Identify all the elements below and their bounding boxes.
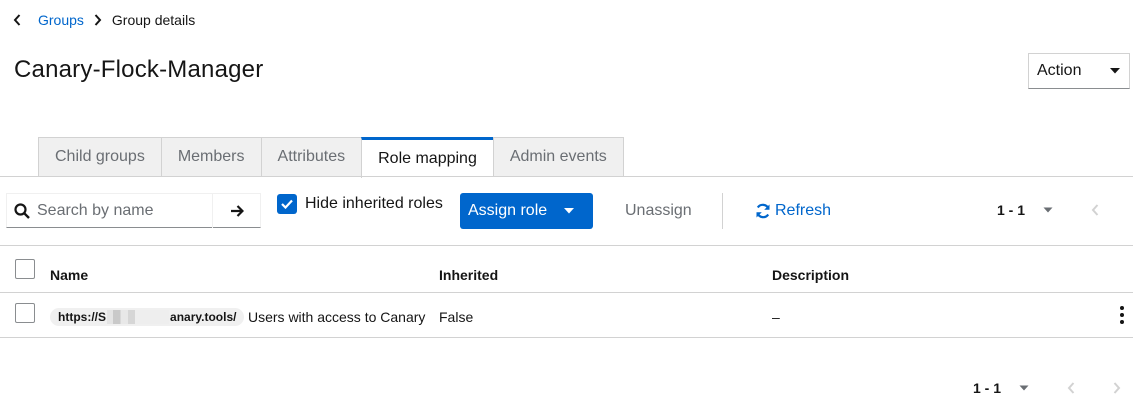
breadcrumb-link-groups[interactable]: Groups [38,12,84,28]
refresh-label: Refresh [775,202,832,219]
refresh-icon [756,203,770,219]
action-dropdown[interactable]: Action [1028,53,1130,89]
search-icon [7,202,37,219]
tab-admin-events[interactable]: Admin events [492,137,624,177]
client-badge-partial: S [98,310,107,324]
client-badge: https:// S anary.tools/ [50,308,245,326]
client-badge-prefix: https:// [58,310,98,324]
unassign-button[interactable]: Unassign [625,202,692,220]
column-header-inherited[interactable]: Inherited [439,267,498,283]
toolbar: Hide inherited roles Assign role Unassig… [0,193,1133,229]
description-value: – [772,309,780,325]
tab-child-groups[interactable]: Child groups [38,137,161,177]
client-badge-suffix: anary.tools/ [170,310,237,324]
chevron-left-icon[interactable] [10,14,24,26]
pagination-range: 1 - 1 [973,380,1002,396]
refresh-button[interactable]: Refresh [755,202,831,220]
column-header-description[interactable]: Description [772,267,849,283]
caret-down-icon[interactable] [1019,385,1029,391]
assign-role-button[interactable]: Assign role [460,193,593,229]
caret-down-icon [563,207,575,215]
page-title: Canary-Flock-Manager [14,56,264,83]
table-header: Name Inherited Description [0,245,1133,293]
chevron-left-icon[interactable] [1067,382,1075,394]
role-name: Users with access to Canary [248,309,426,325]
column-header-name[interactable]: Name [50,267,88,283]
kebab-menu-icon[interactable] [1119,306,1125,324]
pagination-top: 1 - 1 [997,202,1099,218]
pagination-bottom: 1 - 1 [973,380,1121,396]
select-all-checkbox[interactable] [15,259,35,279]
assign-role-label: Assign role [468,202,548,219]
tab-bar: Child groups Members Attributes Role map… [38,137,624,178]
hide-inherited-roles-label: Hide inherited roles [305,195,443,212]
caret-down-icon [1109,67,1121,75]
arrow-right-icon[interactable] [212,194,260,228]
tab-members[interactable]: Members [160,137,261,177]
search-group [6,193,261,228]
pagination-range: 1 - 1 [997,202,1026,218]
breadcrumb: Groups Group details [10,10,195,30]
chevron-right-icon [94,14,102,26]
inherited-value: False [439,309,474,325]
redacted-block [107,310,170,324]
search-input[interactable] [37,201,213,220]
table-row: https:// S anary.tools/ Users with acces… [0,293,1133,338]
hide-inherited-roles-toggle[interactable]: Hide inherited roles [277,194,443,214]
chevron-right-icon[interactable] [1113,382,1121,394]
breadcrumb-current: Group details [111,12,196,28]
toolbar-divider [722,193,723,229]
row-checkbox[interactable] [15,303,35,323]
tab-divider [0,176,1133,177]
tab-attributes[interactable]: Attributes [260,137,362,177]
action-dropdown-label: Action [1037,62,1082,79]
checkbox-checked-icon[interactable] [277,194,297,214]
tab-role-mapping[interactable]: Role mapping [361,137,493,178]
chevron-left-icon[interactable] [1091,204,1099,216]
caret-down-icon[interactable] [1043,207,1053,213]
